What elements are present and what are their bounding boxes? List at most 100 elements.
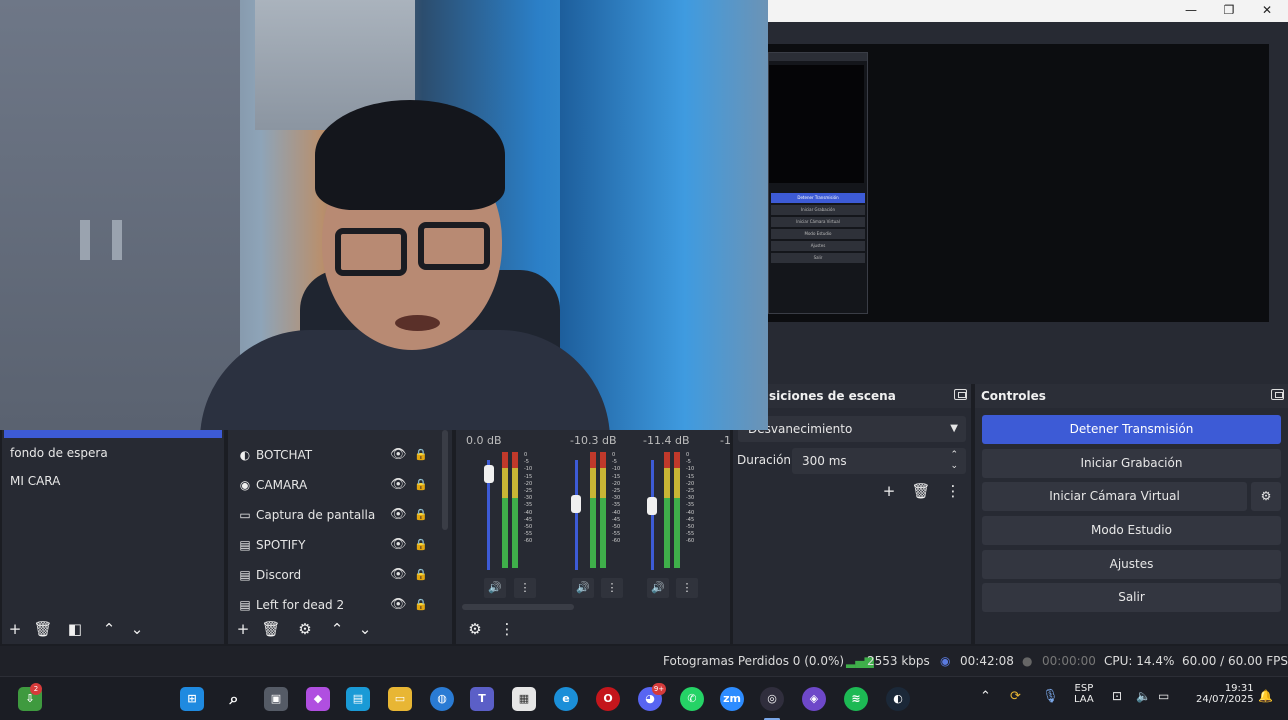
source-label: Captura de pantalla xyxy=(256,508,376,522)
meter-yellow xyxy=(502,468,508,498)
undock-icon[interactable] xyxy=(954,389,967,400)
studio-mode-button[interactable]: Modo Estudio xyxy=(982,516,1281,545)
sync-icon[interactable]: ⟳ xyxy=(1010,689,1021,704)
mute-button[interactable]: 🔊 xyxy=(647,578,669,598)
stream-time: 00:42:08 xyxy=(960,654,1014,668)
start-virtual-camera-button[interactable]: Iniciar Cámara Virtual xyxy=(982,482,1247,511)
fps: 60.00 / 60.00 FPS xyxy=(1182,654,1288,668)
volume-fader[interactable] xyxy=(647,496,657,515)
volume-icon[interactable]: 🔈 xyxy=(1136,689,1151,703)
visibility-icon[interactable]: 👁 xyxy=(390,474,407,496)
meter-yellow xyxy=(590,468,596,498)
lock-icon[interactable]: 🔒 xyxy=(414,594,428,616)
mute-button[interactable]: 🔊 xyxy=(484,578,506,598)
add-source-button[interactable]: + xyxy=(232,618,254,640)
network-icon[interactable]: ⊡ xyxy=(1112,689,1122,703)
add-scene-button[interactable]: + xyxy=(4,618,26,640)
scene-item[interactable]: MI CARA xyxy=(10,474,60,488)
volume-fader-track[interactable] xyxy=(575,460,578,570)
opera-icon[interactable]: O xyxy=(596,687,620,711)
visibility-icon[interactable]: 👁 xyxy=(390,534,407,556)
app-icon[interactable]: ◈ xyxy=(802,687,826,711)
duration-label: Duración xyxy=(737,453,792,467)
bitrate: 2553 kbps xyxy=(867,654,930,668)
volume-fader-track[interactable] xyxy=(651,460,654,570)
battery-icon[interactable]: ▭ xyxy=(1158,689,1169,703)
scene-filters-button[interactable]: ◧ xyxy=(64,618,86,640)
spin-arrows-icon[interactable]: ⌃ ⌄ xyxy=(950,450,958,472)
clock[interactable]: 19:31 24/07/2025 xyxy=(1196,683,1254,705)
move-scene-down-button[interactable]: ⌄ xyxy=(126,618,148,640)
virtual-camera-settings-button[interactable]: ⚙ xyxy=(1251,482,1281,511)
language-indicator[interactable]: ESP LAA xyxy=(1074,683,1094,705)
start-icon[interactable]: ⊞ xyxy=(180,687,204,711)
channel-menu-button[interactable]: ⋮ xyxy=(676,578,698,598)
source-item[interactable]: ▤ SPOTIFY 👁 🔒 xyxy=(238,534,438,556)
channel-menu-button[interactable]: ⋮ xyxy=(514,578,536,598)
undock-icon[interactable] xyxy=(1271,389,1284,400)
mixer-scrollbar[interactable] xyxy=(462,604,574,610)
zoom-icon[interactable]: zm xyxy=(720,687,744,711)
ms-store-icon[interactable]: ▦ xyxy=(512,687,536,711)
remove-source-button[interactable]: 🗑 xyxy=(260,618,282,640)
mute-button[interactable]: 🔊 xyxy=(572,578,594,598)
remove-transition-button[interactable]: 🗑 xyxy=(910,480,932,502)
source-item[interactable]: ◉ CAMARA 👁 🔒 xyxy=(238,474,438,496)
advanced-audio-button[interactable]: ⚙ xyxy=(464,618,486,640)
mixer-menu-button[interactable]: ⋮ xyxy=(496,618,518,640)
transition-menu-button[interactable]: ⋮ xyxy=(942,480,964,502)
steam-icon[interactable]: ◐ xyxy=(886,687,910,711)
move-source-down-button[interactable]: ⌄ xyxy=(354,618,376,640)
exit-button[interactable]: Salir xyxy=(982,583,1281,612)
remove-scene-button[interactable]: 🗑 xyxy=(32,618,54,640)
microphone-icon[interactable]: 🎙 xyxy=(1042,689,1059,704)
task-view-icon[interactable]: ▣ xyxy=(264,687,288,711)
obs-icon[interactable]: ◎ xyxy=(760,687,784,711)
source-item[interactable]: ▭ Captura de pantalla 👁 🔒 xyxy=(238,504,438,526)
lock-icon[interactable]: 🔒 xyxy=(414,504,428,526)
visibility-icon[interactable]: 👁 xyxy=(390,594,407,616)
browser-icon[interactable]: ◍ xyxy=(430,687,454,711)
lock-icon[interactable]: 🔒 xyxy=(414,474,428,496)
source-item[interactable]: ◐ BOTCHAT 👁 🔒 xyxy=(238,444,438,466)
spotify-icon[interactable]: ≋ xyxy=(844,687,868,711)
source-item[interactable]: ▤ Discord 👁 🔒 xyxy=(238,564,438,586)
move-source-up-button[interactable]: ⌃ xyxy=(326,618,348,640)
teams-icon[interactable]: T xyxy=(470,687,494,711)
maximize-button[interactable]: ❐ xyxy=(1210,0,1248,22)
source-properties-button[interactable]: ⚙ xyxy=(294,618,316,640)
edge-icon[interactable]: e xyxy=(554,687,578,711)
stream-icon: ◉ xyxy=(940,654,951,668)
meter-scale: 0 -5 -10 -15 -20 -25 -30 -35 -40 -45 -50 -55 -60 xyxy=(612,452,621,545)
source-item[interactable]: ▤ Left for dead 2 👁 🔒 xyxy=(238,594,438,616)
lock-icon[interactable]: 🔒 xyxy=(414,564,428,586)
stop-streaming-button[interactable]: Detener Transmisión xyxy=(982,415,1281,444)
move-scene-up-button[interactable]: ⌃ xyxy=(98,618,120,640)
visibility-icon[interactable]: 👁 xyxy=(390,504,407,526)
scene-item[interactable]: fondo de espera xyxy=(10,446,108,460)
transition-select[interactable]: Desvanecimiento ▼ xyxy=(738,416,966,442)
file-explorer-icon[interactable]: ▭ xyxy=(388,687,412,711)
visibility-icon[interactable]: 👁 xyxy=(390,564,407,586)
notification-bell-icon[interactable]: 🔔 xyxy=(1258,689,1273,703)
volume-fader[interactable] xyxy=(571,494,581,513)
meter-yellow xyxy=(512,468,518,498)
app-icon[interactable]: ▤ xyxy=(346,687,370,711)
lock-icon[interactable]: 🔒 xyxy=(414,444,428,466)
settings-button[interactable]: Ajustes xyxy=(982,550,1281,579)
visibility-icon[interactable]: 👁 xyxy=(390,444,407,466)
scene-item-selected[interactable] xyxy=(4,430,222,438)
copilot-icon[interactable]: ◆ xyxy=(306,687,330,711)
whatsapp-icon[interactable]: ✆ xyxy=(680,687,704,711)
close-button[interactable]: ✕ xyxy=(1248,0,1286,22)
sources-scrollbar[interactable] xyxy=(442,430,448,530)
start-recording-button[interactable]: Iniciar Grabación xyxy=(982,449,1281,478)
add-transition-button[interactable]: + xyxy=(878,480,900,502)
volume-fader[interactable] xyxy=(484,464,494,483)
chevron-up-icon[interactable]: ⌃ xyxy=(980,689,991,704)
search-icon[interactable]: ⌕ xyxy=(222,687,246,711)
channel-menu-button[interactable]: ⋮ xyxy=(601,578,623,598)
minimize-button[interactable]: — xyxy=(1172,0,1210,22)
lock-icon[interactable]: 🔒 xyxy=(414,534,428,556)
duration-spinbox[interactable]: 300 ms ⌃ ⌄ xyxy=(792,448,966,474)
